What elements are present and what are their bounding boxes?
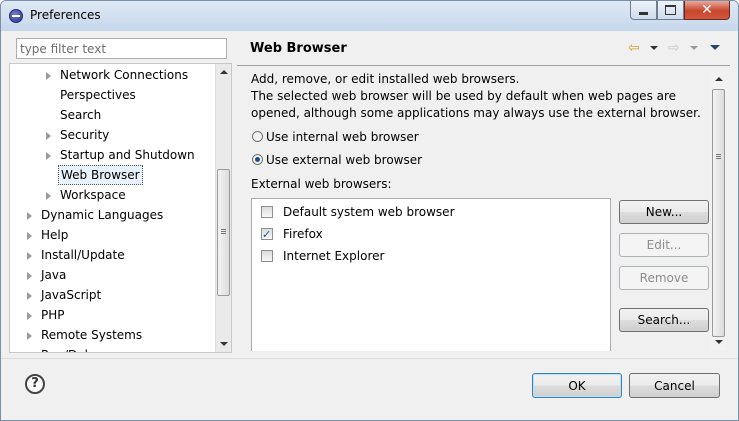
help-icon[interactable]: ? — [25, 374, 45, 394]
tree-scrollbar[interactable] — [215, 64, 231, 352]
ok-button[interactable]: OK — [532, 373, 622, 398]
browser-checkbox[interactable] — [261, 226, 273, 244]
scroll-up-icon[interactable] — [220, 70, 228, 74]
back-icon[interactable]: ⇦ — [628, 41, 640, 55]
description-line-2: The selected web browser will be used by… — [251, 89, 701, 120]
grip-icon — [716, 156, 721, 157]
expand-arrow-icon[interactable] — [27, 212, 32, 220]
scroll-up-icon[interactable] — [715, 77, 723, 81]
page-description: Add, remove, or edit installed web brows… — [251, 71, 701, 122]
grip-icon — [716, 158, 721, 159]
tree-item-label[interactable]: PHP — [39, 306, 67, 324]
browser-checkbox[interactable] — [261, 250, 273, 262]
page-scrollbar[interactable] — [711, 71, 727, 351]
page-scroll-thumb[interactable] — [712, 89, 725, 337]
scroll-down-icon[interactable] — [220, 342, 228, 346]
tree-item-label[interactable]: Dynamic Languages — [39, 206, 165, 224]
tree-item-label[interactable]: Run/Debug — [39, 346, 110, 352]
expand-arrow-icon[interactable] — [27, 272, 32, 280]
grip-icon — [716, 154, 721, 155]
back-menu-icon[interactable] — [650, 46, 658, 50]
expand-arrow-icon[interactable] — [46, 192, 51, 200]
expand-arrow-icon[interactable] — [27, 292, 32, 300]
preferences-navigation: Network Connections Perspectives Search Sec… — [9, 31, 232, 356]
external-browser-label[interactable]: Use external web browser — [266, 151, 422, 169]
expand-arrow-icon[interactable] — [27, 312, 32, 320]
header-divider — [237, 65, 730, 66]
minimize-icon — [639, 11, 648, 15]
maximize-button[interactable] — [657, 1, 684, 20]
preferences-window: Preferences ✕ Network Connections Perspec… — [0, 0, 739, 421]
eclipse-icon — [9, 9, 23, 23]
tree-item-label[interactable]: Search — [58, 106, 103, 124]
remove-button[interactable]: Remove — [619, 266, 709, 290]
expand-arrow-icon[interactable] — [46, 132, 51, 140]
footer-separator — [1, 358, 738, 359]
title-bar[interactable]: Preferences ✕ — [1, 1, 738, 31]
browsers-list: Default system web browser Firefox Interne… — [251, 198, 611, 351]
expand-arrow-icon[interactable] — [27, 252, 32, 260]
forward-menu-icon[interactable] — [690, 46, 698, 50]
window-title: Preferences — [30, 8, 101, 22]
grip-icon — [221, 229, 226, 230]
internal-browser-radio[interactable] — [252, 131, 263, 142]
preferences-tree: Network Connections Perspectives Search Sec… — [9, 63, 232, 353]
external-browser-radio[interactable] — [252, 154, 263, 165]
new-button[interactable]: New... — [619, 200, 709, 224]
expand-arrow-icon[interactable] — [46, 72, 51, 80]
scroll-down-icon[interactable] — [715, 340, 723, 344]
tree-scroll-thumb[interactable] — [217, 169, 230, 296]
web-browser-page: Add, remove, or edit installed web brows… — [245, 69, 711, 351]
minimize-button[interactable] — [630, 1, 657, 20]
filter-input[interactable] — [16, 38, 227, 59]
close-button[interactable]: ✕ — [684, 1, 730, 20]
tree-item-label[interactable]: JavaScript — [39, 286, 103, 304]
description-line-1: Add, remove, or edit installed web brows… — [251, 72, 520, 86]
grip-icon — [221, 233, 226, 234]
tree-item-label[interactable]: Install/Update — [39, 246, 127, 264]
view-menu-icon[interactable] — [710, 45, 720, 50]
grip-icon — [221, 231, 226, 232]
browser-label[interactable]: Firefox — [283, 225, 323, 243]
maximize-icon — [665, 5, 676, 15]
expand-arrow-icon[interactable] — [46, 152, 51, 160]
cancel-button[interactable]: Cancel — [629, 373, 720, 398]
page-title: Web Browser — [250, 41, 347, 56]
internal-browser-label[interactable]: Use internal web browser — [266, 128, 419, 146]
tree-item-label[interactable]: Perspectives — [58, 86, 138, 104]
tree-item-label[interactable]: Workspace — [58, 186, 128, 204]
edit-button[interactable]: Edit... — [619, 233, 709, 257]
browser-label[interactable]: Default system web browser — [283, 203, 455, 221]
expand-arrow-icon[interactable] — [27, 332, 32, 340]
browser-checkbox[interactable] — [261, 206, 273, 218]
tree-item-label[interactable]: Help — [39, 226, 70, 244]
tree-item-label[interactable]: Network Connections — [58, 66, 190, 84]
expand-arrow-icon[interactable] — [27, 352, 32, 353]
tree-item-label[interactable]: Java — [39, 266, 68, 284]
tree-item-label[interactable]: Startup and Shutdown — [58, 146, 197, 164]
search-button[interactable]: Search... — [619, 308, 709, 332]
expand-arrow-icon[interactable] — [27, 232, 32, 240]
browser-label[interactable]: Internet Explorer — [283, 247, 384, 265]
tree-item-label[interactable]: Remote Systems — [39, 326, 144, 344]
tree-item-label[interactable]: Security — [58, 126, 111, 144]
page-header: Web Browser ⇦ ⇨ — [237, 31, 730, 63]
external-browsers-label: External web browsers: — [251, 177, 392, 191]
forward-icon[interactable]: ⇨ — [668, 41, 680, 55]
close-icon: ✕ — [701, 2, 713, 18]
tree-item-label[interactable]: Web Browser — [58, 165, 143, 185]
